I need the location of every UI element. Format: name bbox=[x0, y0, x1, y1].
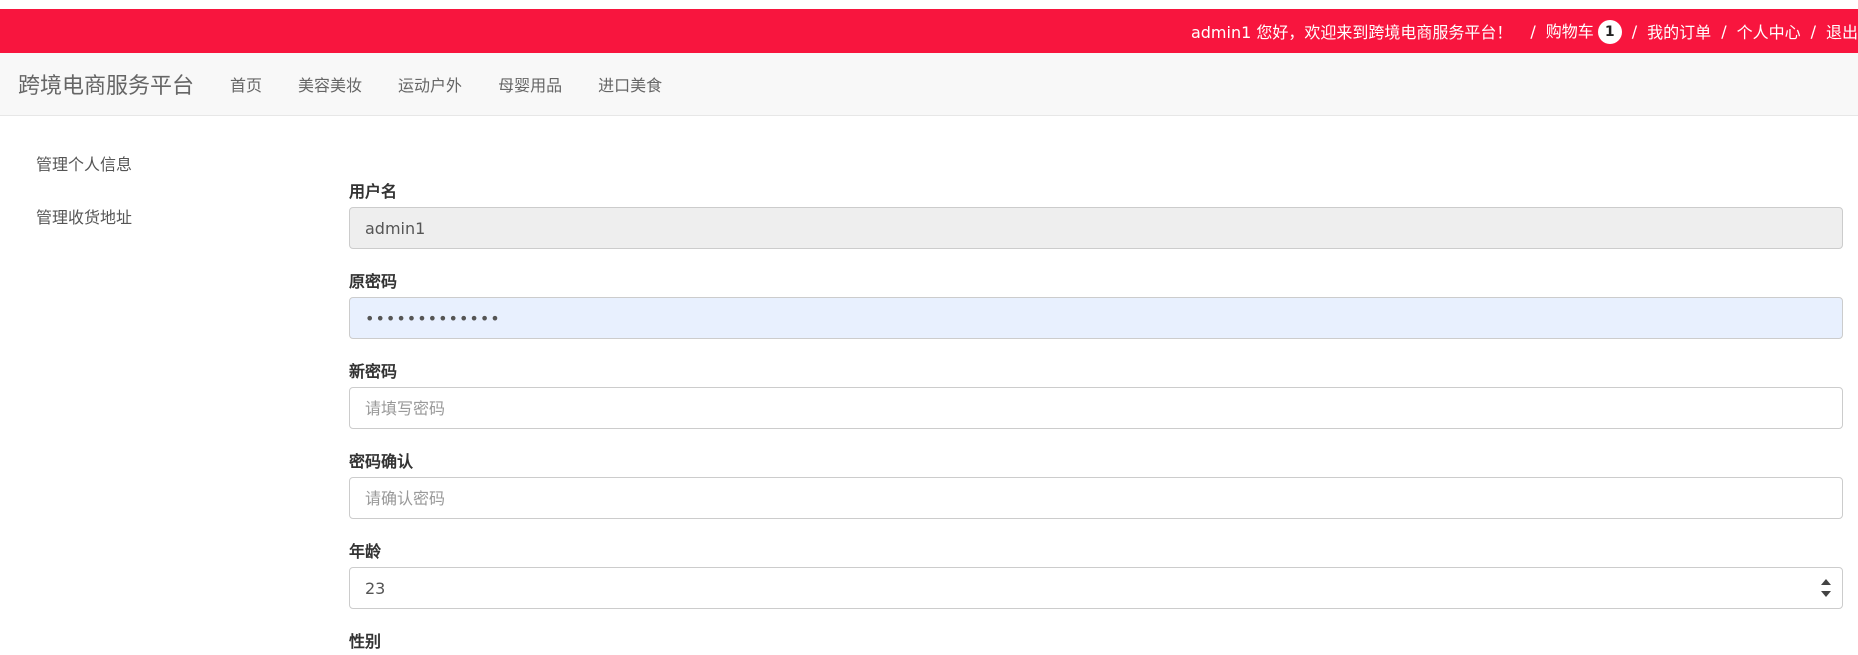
nav-item-home[interactable]: 首页 bbox=[230, 72, 262, 96]
nav-item-outdoor[interactable]: 运动户外 bbox=[398, 72, 462, 96]
logout-link[interactable]: 退出 bbox=[1826, 19, 1858, 43]
age-field bbox=[349, 567, 1843, 609]
welcome-text: admin1 您好，欢迎来到跨境电商服务平台！ bbox=[1190, 23, 1513, 42]
age-input[interactable] bbox=[349, 567, 1843, 609]
separator: / bbox=[1631, 21, 1638, 41]
sidebar: 管理个人信息 管理收货地址 bbox=[36, 150, 132, 256]
spinner-down-icon[interactable] bbox=[1821, 591, 1831, 597]
profile-link[interactable]: 个人中心 bbox=[1737, 19, 1801, 43]
nav-item-baby[interactable]: 母婴用品 bbox=[498, 72, 562, 96]
cart-count-badge: 1 bbox=[1597, 20, 1622, 45]
sidebar-item-manage-profile[interactable]: 管理个人信息 bbox=[36, 150, 132, 180]
nav-item-beauty[interactable]: 美容美妆 bbox=[298, 72, 362, 96]
gender-label: 性别 bbox=[349, 632, 382, 651]
age-label: 年龄 bbox=[349, 542, 382, 561]
new-password-label: 新密码 bbox=[349, 362, 398, 381]
cart-link[interactable]: 购物车 1 bbox=[1546, 18, 1622, 45]
main-navbar: 跨境电商服务平台 首页 美容美妆 运动户外 母婴用品 进口美食 bbox=[0, 53, 1858, 116]
separator: / bbox=[1530, 21, 1536, 41]
brand-logo[interactable]: 跨境电商服务平台 bbox=[18, 68, 194, 100]
nav-item-food[interactable]: 进口美食 bbox=[598, 72, 662, 96]
separator: / bbox=[1810, 21, 1816, 41]
confirm-password-label: 密码确认 bbox=[349, 452, 414, 471]
separator: / bbox=[1721, 21, 1727, 41]
old-password-label: 原密码 bbox=[349, 272, 398, 291]
username-input[interactable] bbox=[349, 207, 1843, 249]
top-bar: admin1 您好，欢迎来到跨境电商服务平台！ / 购物车 1 / 我的订单 / … bbox=[0, 9, 1858, 53]
spinner-up-icon[interactable] bbox=[1821, 579, 1831, 585]
number-spinner-icon[interactable] bbox=[1821, 579, 1831, 597]
username-label: 用户名 bbox=[349, 182, 398, 201]
confirm-password-input[interactable] bbox=[349, 477, 1843, 519]
cart-label: 购物车 bbox=[1545, 21, 1594, 41]
sidebar-item-manage-address[interactable]: 管理收货地址 bbox=[36, 203, 132, 233]
my-orders-link[interactable]: 我的订单 bbox=[1647, 19, 1711, 43]
new-password-input[interactable] bbox=[349, 387, 1843, 429]
old-password-input[interactable] bbox=[349, 297, 1843, 339]
